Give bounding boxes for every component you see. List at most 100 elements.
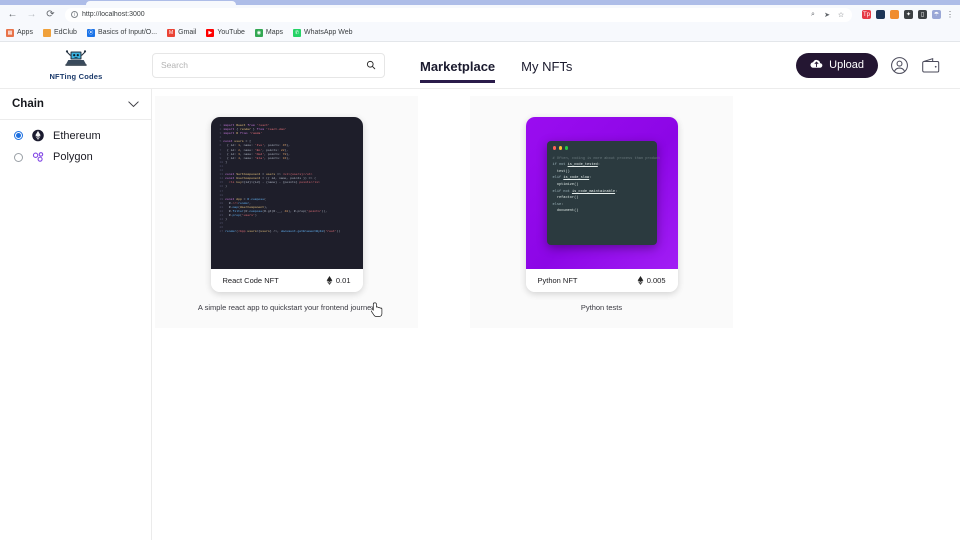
tab-marketplace[interactable]: Marketplace: [420, 59, 496, 83]
apps-grid-icon: ▦: [6, 28, 14, 37]
zoom-search-icon[interactable]: ⌕: [808, 10, 818, 20]
nft-price-amount: 0.01: [335, 276, 351, 285]
side-panel-icon[interactable]: ▯: [918, 10, 927, 19]
whatsapp-favicon: ✆: [293, 28, 301, 37]
ethereum-icon: [637, 272, 644, 290]
nft-meta-react: React Code NFT 0.01: [210, 269, 363, 292]
code-line: optimize(): [556, 182, 579, 187]
bookmarks-bar: ▦ Apps EdClub ⦿ Basics of Input/O... M G…: [0, 24, 960, 42]
nft-description: A simple react app to quickstart your fr…: [197, 303, 376, 312]
bookmark-star-icon[interactable]: ☆: [836, 10, 846, 20]
nft-price: 0.01: [326, 272, 351, 290]
nft-name: Python NFT: [537, 276, 578, 285]
brand-name: NFTing Codes: [49, 72, 103, 81]
bookmark-label: WhatsApp Web: [304, 29, 353, 36]
radio-polygon[interactable]: [14, 152, 23, 162]
bookmark-label: EdClub: [53, 29, 77, 36]
maximize-dot-icon: [564, 146, 569, 150]
chain-filter-title: Chain: [12, 98, 44, 110]
profile-avatar-icon[interactable]: ☂: [932, 10, 941, 19]
code-screenshot-purple: # Often, coding is more about process th…: [525, 117, 678, 269]
chain-option-ethereum[interactable]: Ethereum: [14, 129, 151, 142]
minimize-dot-icon: [558, 146, 563, 150]
bookmark-label: Basics of Input/O...: [97, 29, 158, 36]
chain-options-list: Ethereum Polygon: [0, 120, 151, 163]
chain-filter-header[interactable]: Chain: [0, 89, 151, 120]
address-bar[interactable]: i http://localhost:3000 ⌕ ➤ ☆: [65, 7, 852, 22]
extension-dark-icon[interactable]: [876, 10, 885, 19]
filters-sidebar: Chain Ethereum Polygon: [0, 89, 152, 540]
search-input[interactable]: [161, 60, 366, 70]
nft-price-amount: 0.005: [646, 276, 666, 285]
code-screenshot-dark: 1 import React from 'react' 2 import { r…: [210, 117, 363, 269]
youtube-favicon: ▶: [206, 28, 215, 37]
nft-artwork-react: 1 import React from 'react' 2 import { r…: [210, 117, 363, 269]
browser-active-tab[interactable]: [86, 1, 236, 5]
bookmark-maps[interactable]: ◉ Maps: [254, 28, 283, 37]
bookmark-basics-of-input-output[interactable]: ⦿ Basics of Input/O...: [86, 28, 158, 37]
globe-favicon: ⦿: [86, 28, 95, 37]
window-traffic-lights: [552, 146, 651, 150]
bookmark-gmail[interactable]: M Gmail: [167, 28, 197, 37]
polygon-icon: [31, 151, 45, 163]
account-circle-icon[interactable]: [889, 55, 910, 76]
search-bar[interactable]: [152, 52, 385, 78]
app-header: NFTing Codes Marketplace My NFTs: [0, 42, 960, 89]
bookmark-whatsapp-web[interactable]: ✆ WhatsApp Web: [293, 28, 353, 37]
bookmark-label: Gmail: [178, 29, 197, 36]
tab-my-nfts[interactable]: My NFTs: [521, 59, 572, 83]
nft-card-python-nft[interactable]: # Often, coding is more about process th…: [470, 96, 733, 328]
extension-puzzle-icon[interactable]: ✦: [904, 10, 913, 19]
ethereum-icon: [326, 272, 333, 290]
carbon-code-window: # Often, coding is more about process th…: [546, 141, 661, 245]
bookmark-edclub[interactable]: EdClub: [42, 28, 77, 37]
chain-option-polygon[interactable]: Polygon: [14, 151, 151, 163]
code-line: # Often, coding is more about process th…: [552, 156, 661, 161]
maps-pin-favicon: ◉: [254, 28, 263, 37]
back-button[interactable]: ←: [6, 8, 19, 21]
bookmark-youtube[interactable]: ▶ YouTube: [206, 28, 245, 37]
search-icon[interactable]: [366, 60, 376, 70]
nft-description: Python tests: [580, 303, 623, 312]
code-line: refactor(): [556, 196, 579, 201]
extension-orange-icon[interactable]: [890, 10, 899, 19]
brand-logo[interactable]: NFTing Codes: [0, 49, 152, 81]
header-actions: Upload: [796, 52, 960, 78]
bookmark-label: YouTube: [217, 29, 245, 36]
browser-toolbar: ← → ⟳ i http://localhost:3000 ⌕ ➤ ☆ Tp ✦…: [0, 5, 960, 24]
site-info-icon[interactable]: i: [71, 11, 78, 18]
bookmark-label: Maps: [265, 29, 283, 36]
nft-price: 0.005: [637, 272, 666, 290]
bookmark-apps[interactable]: ▦ Apps: [6, 28, 33, 37]
chevron-down-icon[interactable]: [128, 100, 139, 108]
code-line: else:: [552, 202, 564, 207]
robot-laptop-icon: [64, 49, 88, 73]
marketplace-content: 1 import React from 'react' 2 import { r…: [152, 89, 960, 540]
upload-button[interactable]: Upload: [796, 52, 878, 78]
cloud-upload-icon: [810, 59, 823, 72]
close-dot-icon: [552, 146, 557, 150]
reload-button[interactable]: ⟳: [44, 8, 57, 21]
forward-button[interactable]: →: [25, 8, 38, 21]
code-line: document(): [556, 209, 579, 214]
code-line: if not is_code_tested:: [552, 163, 601, 168]
main-nav: Marketplace My NFTs: [420, 42, 572, 89]
browser-menu-icon[interactable]: ⋮: [946, 11, 954, 19]
nft-meta-python: Python NFT 0.005: [525, 269, 678, 292]
code-line: elif is_code_slow:: [552, 176, 592, 181]
nft-artwork-python: # Often, coding is more about process th…: [525, 117, 678, 269]
chain-label-ethereum: Ethereum: [53, 129, 101, 142]
nft-card-inner[interactable]: # Often, coding is more about process th…: [525, 117, 678, 292]
app-body: Chain Ethereum Polygon 1 import React fr…: [0, 89, 960, 540]
chain-label-polygon: Polygon: [53, 151, 93, 163]
radio-ethereum[interactable]: [14, 131, 23, 140]
nft-name: React Code NFT: [222, 276, 279, 285]
code-line: test(): [556, 169, 570, 174]
share-icon[interactable]: ➤: [822, 10, 832, 20]
nft-card-react-code-nft[interactable]: 1 import React from 'react' 2 import { r…: [155, 96, 418, 328]
extension-tp-icon[interactable]: Tp: [862, 10, 871, 19]
nft-card-inner[interactable]: 1 import React from 'react' 2 import { r…: [210, 117, 363, 292]
wallet-icon[interactable]: [921, 55, 942, 76]
gmail-favicon: M: [167, 28, 176, 37]
browser-tab-strip[interactable]: [0, 0, 960, 5]
